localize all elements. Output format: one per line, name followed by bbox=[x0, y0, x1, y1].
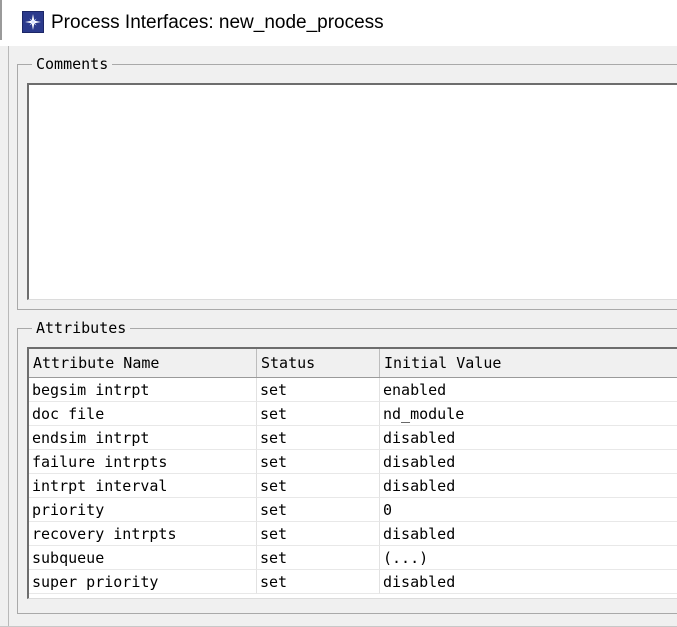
attribute-name-cell[interactable]: intrpt interval bbox=[29, 474, 257, 498]
attribute-name-cell[interactable]: endsim intrpt bbox=[29, 426, 257, 450]
status-cell[interactable]: set bbox=[257, 426, 380, 450]
attribute-name-cell[interactable]: begsim intrpt bbox=[29, 378, 257, 402]
attribute-name-cell[interactable]: doc file bbox=[29, 402, 257, 426]
table-row[interactable]: subqueue set (...) bbox=[29, 546, 677, 570]
status-cell[interactable]: set bbox=[257, 498, 380, 522]
attribute-name-cell[interactable]: subqueue bbox=[29, 546, 257, 570]
table-header: Attribute Name Status Initial Value bbox=[29, 349, 677, 378]
status-cell[interactable]: set bbox=[257, 378, 380, 402]
attribute-name-cell[interactable]: super priority bbox=[29, 570, 257, 594]
table-row[interactable]: doc file set nd_module bbox=[29, 402, 677, 426]
initial-value-cell[interactable]: 0 bbox=[380, 498, 677, 522]
status-cell[interactable]: set bbox=[257, 522, 380, 546]
initial-value-cell[interactable]: (...) bbox=[380, 546, 677, 570]
comments-textarea[interactable] bbox=[27, 83, 677, 300]
table-row[interactable]: begsim intrpt set enabled bbox=[29, 378, 677, 402]
table-row[interactable]: priority set 0 bbox=[29, 498, 677, 522]
window-edge bbox=[0, 0, 2, 40]
initial-value-cell[interactable]: enabled bbox=[380, 378, 677, 402]
attribute-name-cell[interactable]: priority bbox=[29, 498, 257, 522]
initial-value-cell[interactable]: nd_module bbox=[380, 402, 677, 426]
opnet-star-icon bbox=[22, 11, 44, 33]
table-row[interactable]: super priority set disabled bbox=[29, 570, 677, 594]
column-header-status[interactable]: Status bbox=[257, 349, 380, 377]
comments-legend: Comments bbox=[32, 54, 113, 74]
status-cell[interactable]: set bbox=[257, 546, 380, 570]
initial-value-cell[interactable]: disabled bbox=[380, 474, 677, 498]
attributes-table: Attribute Name Status Initial Value begs… bbox=[27, 347, 677, 599]
table-row[interactable]: endsim intrpt set disabled bbox=[29, 426, 677, 450]
initial-value-cell[interactable]: disabled bbox=[380, 522, 677, 546]
initial-value-cell[interactable]: disabled bbox=[380, 450, 677, 474]
initial-value-cell[interactable]: disabled bbox=[380, 570, 677, 594]
initial-value-cell[interactable]: disabled bbox=[380, 426, 677, 450]
window-title: Process Interfaces: new_node_process bbox=[51, 12, 384, 33]
status-cell[interactable]: set bbox=[257, 474, 380, 498]
table-row[interactable]: recovery intrpts set disabled bbox=[29, 522, 677, 546]
table-row[interactable]: intrpt interval set disabled bbox=[29, 474, 677, 498]
column-header-initial-value[interactable]: Initial Value bbox=[380, 349, 677, 377]
status-cell[interactable]: set bbox=[257, 570, 380, 594]
attribute-name-cell[interactable]: recovery intrpts bbox=[29, 522, 257, 546]
table-row[interactable]: failure intrpts set disabled bbox=[29, 450, 677, 474]
attributes-legend: Attributes bbox=[32, 318, 131, 338]
status-cell[interactable]: set bbox=[257, 450, 380, 474]
title-bar: Process Interfaces: new_node_process bbox=[0, 0, 677, 46]
status-cell[interactable]: set bbox=[257, 402, 380, 426]
left-divider bbox=[8, 46, 9, 627]
attribute-name-cell[interactable]: failure intrpts bbox=[29, 450, 257, 474]
column-header-attribute-name[interactable]: Attribute Name bbox=[29, 349, 257, 377]
